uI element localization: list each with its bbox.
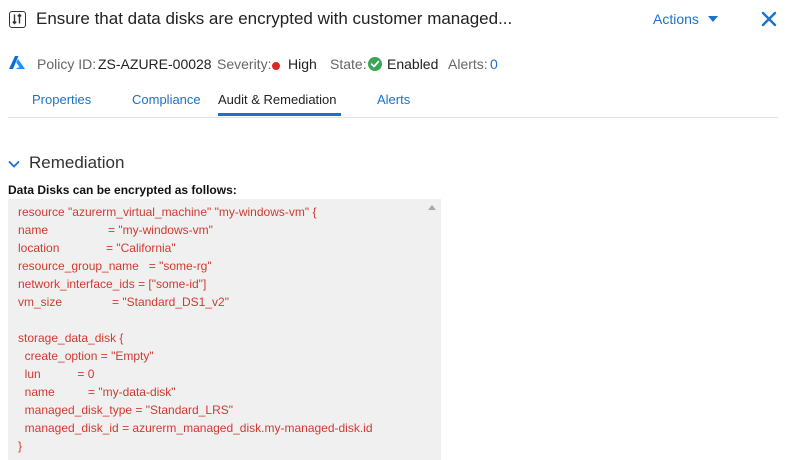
check-circle-icon (368, 57, 382, 71)
tab-properties[interactable]: Properties (32, 92, 91, 107)
tab-alerts[interactable]: Alerts (377, 92, 410, 107)
policy-id-label: Policy ID: (37, 56, 97, 72)
azure-logo (9, 56, 25, 73)
chevron-down-icon (8, 157, 20, 175)
alerts-label: Alerts: (448, 56, 488, 72)
code-line: } (18, 439, 23, 453)
code-line: storage_data_disk { (18, 331, 124, 345)
severity-high-icon (272, 62, 280, 70)
code-line: location = "California" (18, 241, 176, 255)
state-value: Enabled (387, 56, 439, 72)
code-line: name = "my-windows-vm" (18, 223, 213, 237)
page-title: Ensure that data disks are encrypted wit… (36, 9, 513, 28)
severity-value: High (288, 56, 317, 72)
state-label: State: (330, 56, 367, 72)
panel-header: Ensure that data disks are encrypted wit… (0, 0, 787, 42)
actions-label: Actions (653, 11, 699, 27)
tab-compliance[interactable]: Compliance (132, 92, 201, 107)
close-icon[interactable] (760, 10, 778, 28)
scroll-up-arrow-icon[interactable] (428, 205, 436, 210)
code-line: name = "my-data-disk" (18, 385, 176, 399)
tab-bar: Properties Compliance Audit & Remediatio… (0, 88, 787, 118)
active-tab-indicator (218, 113, 341, 116)
code-line: resource_group_name = "some-rg" (18, 259, 212, 273)
code-line: resource "azurerm_virtual_machine" "my-w… (18, 205, 317, 219)
remediation-intro: Data Disks can be encrypted as follows: (8, 183, 237, 197)
actions-dropdown[interactable]: Actions (653, 11, 718, 27)
tabs-divider (8, 117, 778, 118)
code-line: network_interface_ids = ["some-id"] (18, 277, 207, 291)
caret-down-icon (707, 16, 718, 22)
code-line: managed_disk_id = azurerm_managed_disk.m… (18, 421, 373, 435)
code-line: create_option = "Empty" (18, 349, 154, 363)
code-block[interactable]: resource "azurerm_virtual_machine" "my-w… (8, 199, 441, 460)
tab-audit-remediation[interactable]: Audit & Remediation (218, 92, 337, 107)
code-line: managed_disk_type = "Standard_LRS" (18, 403, 233, 417)
severity-label: Severity: (217, 56, 272, 72)
code-lines: resource "azurerm_virtual_machine" "my-w… (18, 203, 373, 455)
section-title: Remediation (29, 153, 125, 172)
code-line: vm_size = "Standard_DS1_v2" (18, 295, 229, 309)
code-line: lun = 0 (18, 367, 95, 381)
policy-meta-row: Policy ID: ZS-AZURE-00028 Severity: High… (0, 54, 787, 76)
policy-id-value: ZS-AZURE-00028 (98, 56, 212, 72)
policy-icon (9, 11, 26, 28)
alerts-count-link[interactable]: 0 (490, 56, 498, 72)
